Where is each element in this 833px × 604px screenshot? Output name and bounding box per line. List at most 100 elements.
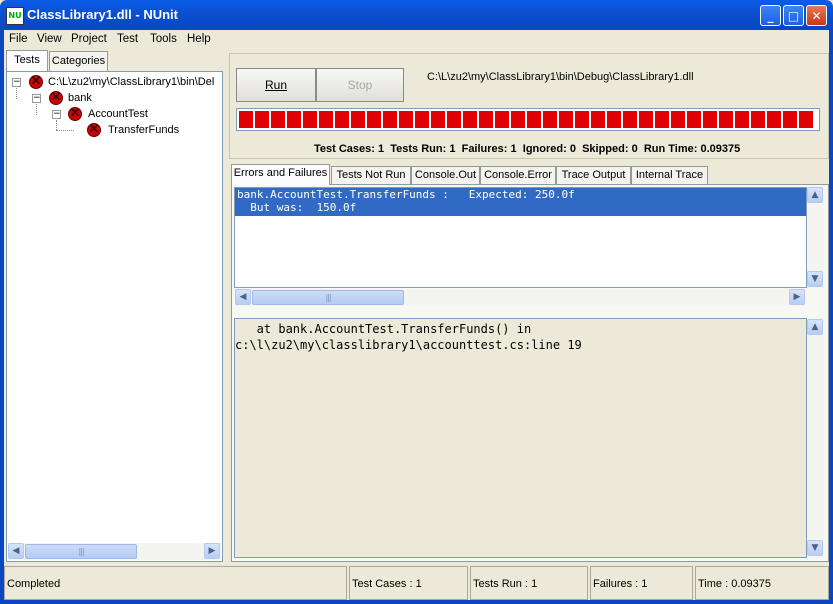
stack-trace-line: c:\l\zu2\my\classlibrary1\accounttest.cs…	[235, 338, 582, 352]
menu-test[interactable]: Test	[117, 33, 138, 45]
tab-internal-trace[interactable]: Internal Trace	[631, 166, 708, 184]
window-frame-left	[0, 30, 4, 604]
progress-segment	[703, 111, 717, 128]
scroll-thumb[interactable]: |||	[252, 290, 404, 305]
menu-view[interactable]: View	[37, 33, 62, 45]
progress-segment	[671, 111, 685, 128]
summary-ignored: 0	[569, 143, 576, 155]
error-actual: But was: 150.0f	[237, 201, 357, 214]
stop-button-label: Stop	[347, 78, 373, 92]
progress-segment	[479, 111, 493, 128]
scroll-down-icon[interactable]: ▼	[807, 540, 823, 556]
scroll-down-icon[interactable]: ▼	[807, 271, 823, 287]
summary-run-time: 0.09375	[700, 143, 741, 155]
progress-segment	[719, 111, 733, 128]
tree-connector	[56, 130, 74, 131]
run-button[interactable]: Run	[236, 68, 316, 102]
menu-bar: File View Project Test Tools Help	[4, 30, 829, 49]
failure-icon: ✕	[49, 90, 63, 105]
tab-categories[interactable]: Categories	[49, 51, 108, 71]
status-failures: Failures : 1	[590, 566, 693, 600]
progress-segment	[287, 111, 301, 128]
tree-horizontal-scrollbar[interactable]: ◀ ||| ▶	[8, 543, 221, 560]
errors-horizontal-scrollbar[interactable]: ◀ ||| ▶	[235, 289, 806, 306]
tab-console-out[interactable]: Console.Out	[411, 166, 480, 184]
progress-segment	[255, 111, 269, 128]
summary-test-cases: 1	[378, 143, 385, 155]
window-title: ClassLibrary1.dll - NUnit	[27, 7, 178, 22]
assembly-path: C:\L\zu2\my\ClassLibrary1\bin\Debug\Clas…	[427, 71, 694, 83]
tree-node-namespace[interactable]: bank	[68, 90, 92, 106]
failure-icon: ✕	[29, 74, 43, 89]
summary-failures: 1	[510, 143, 517, 155]
tree-connector	[56, 120, 57, 130]
stack-trace[interactable]: at bank.AccountTest.TransferFunds() in c…	[234, 318, 807, 558]
run-summary: Test Cases: 1 Tests Run: 1 Failures: 1 I…	[314, 143, 740, 155]
tree-node-assembly[interactable]: C:\L\zu2\my\ClassLibrary1\bin\Del	[48, 74, 214, 90]
run-button-label: Run	[264, 78, 287, 92]
failure-icon: ✕	[68, 106, 82, 121]
progress-segment	[447, 111, 461, 128]
tab-trace-output[interactable]: Trace Output	[556, 166, 631, 184]
stop-button[interactable]: Stop	[316, 68, 404, 102]
progress-segment	[591, 111, 605, 128]
maximize-button[interactable]: □	[783, 5, 804, 26]
tree-connector	[16, 88, 17, 99]
progress-segment	[367, 111, 381, 128]
menu-project[interactable]: Project	[71, 33, 107, 45]
tab-tests[interactable]: Tests	[6, 50, 48, 72]
progress-segment	[239, 111, 253, 128]
scroll-right-icon[interactable]: ▶	[789, 289, 805, 305]
menu-help[interactable]: Help	[187, 33, 211, 45]
status-state: Completed	[4, 566, 347, 600]
progress-bar	[236, 108, 820, 131]
failure-icon: ✕	[87, 122, 101, 137]
minimize-button[interactable]: _	[760, 5, 781, 26]
nunit-app-icon: NU	[6, 7, 24, 25]
progress-segment	[623, 111, 637, 128]
progress-segment	[783, 111, 797, 128]
summary-tests-run-label: Tests Run:	[390, 143, 447, 155]
tree-connector	[36, 104, 37, 115]
menu-tools[interactable]: Tools	[150, 33, 177, 45]
error-item-selected[interactable]: bank.AccountTest.TransferFunds : Expecte…	[235, 188, 806, 216]
progress-segment	[495, 111, 509, 128]
progress-segment	[511, 111, 525, 128]
error-message: bank.AccountTest.TransferFunds : Expecte…	[237, 188, 575, 201]
tree-node-test[interactable]: TransferFunds	[108, 122, 179, 138]
summary-ignored-label: Ignored:	[522, 143, 567, 155]
test-tree[interactable]: − ✕ C:\L\zu2\my\ClassLibrary1\bin\Del − …	[6, 71, 223, 562]
stack-vertical-scrollbar[interactable]: ▲ ▼	[807, 318, 824, 558]
scroll-up-icon[interactable]: ▲	[807, 319, 823, 335]
status-time: Time : 0.09375	[695, 566, 829, 600]
tab-tests-not-run[interactable]: Tests Not Run	[331, 166, 411, 184]
expand-collapse-icon[interactable]: −	[32, 94, 41, 103]
summary-test-cases-label: Test Cases:	[314, 143, 375, 155]
expand-collapse-icon[interactable]: −	[12, 78, 21, 87]
progress-segment	[527, 111, 541, 128]
scroll-up-icon[interactable]: ▲	[807, 187, 823, 203]
progress-segment	[559, 111, 573, 128]
status-tests-run: Tests Run : 1	[470, 566, 588, 600]
summary-skipped: 0	[631, 143, 638, 155]
progress-segment	[575, 111, 589, 128]
stack-trace-line: at bank.AccountTest.TransferFunds() in	[235, 322, 532, 336]
scroll-right-icon[interactable]: ▶	[204, 543, 220, 559]
progress-segment	[799, 111, 813, 128]
expand-collapse-icon[interactable]: −	[52, 110, 61, 119]
progress-segment	[399, 111, 413, 128]
tree-node-fixture[interactable]: AccountTest	[88, 106, 148, 122]
close-button[interactable]: ✕	[806, 5, 827, 26]
tab-console-error[interactable]: Console.Error	[480, 166, 556, 184]
progress-segment	[767, 111, 781, 128]
scroll-thumb[interactable]: |||	[25, 544, 137, 559]
tab-errors-and-failures[interactable]: Errors and Failures	[231, 164, 330, 185]
menu-file[interactable]: File	[9, 33, 28, 45]
progress-segment	[655, 111, 669, 128]
errors-vertical-scrollbar[interactable]: ▲ ▼	[807, 187, 824, 288]
scroll-left-icon[interactable]: ◀	[235, 289, 251, 305]
progress-segment	[351, 111, 365, 128]
progress-segment	[607, 111, 621, 128]
scroll-left-icon[interactable]: ◀	[8, 543, 24, 559]
progress-segment	[271, 111, 285, 128]
